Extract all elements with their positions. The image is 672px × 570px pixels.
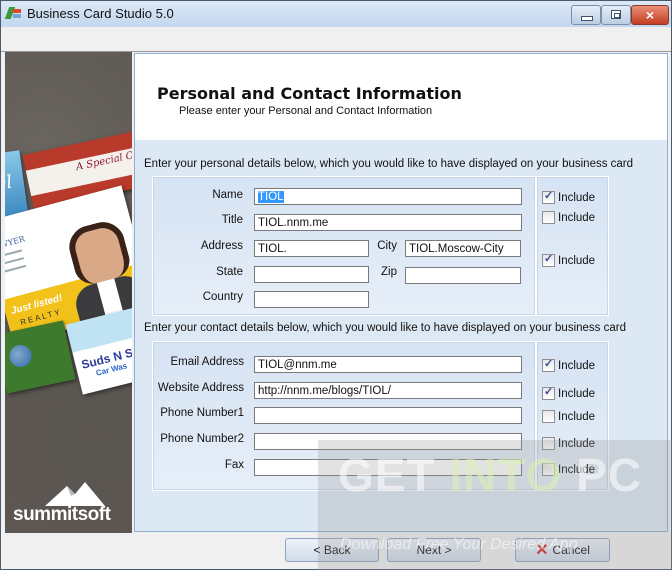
country-input[interactable] [254, 291, 369, 308]
contact-field-input[interactable] [254, 407, 522, 424]
checkbox-icon: ✓ [542, 358, 555, 372]
include-label: Include [558, 211, 596, 224]
contact-field-label: Website Address [157, 382, 244, 394]
include-label: Include [558, 437, 596, 450]
include-label: Include [558, 254, 596, 267]
page-subtitle: Please enter your Personal and Contact I… [179, 105, 433, 117]
contact-field-label: Email Address [170, 356, 244, 368]
page-title: Personal and Contact Information [157, 84, 462, 103]
include-name-checkbox[interactable]: ✓ Include [542, 190, 596, 204]
address-label: Address [200, 240, 243, 252]
contact-field-label: Phone Number1 [160, 407, 244, 419]
city-label: City [377, 240, 397, 252]
country-label: Country [202, 291, 243, 303]
contact-field-label: Fax [224, 459, 244, 471]
state-input[interactable] [254, 266, 369, 283]
summitsoft-logo: summitsoft [13, 482, 128, 527]
wizard-content: Personal and Contact Information Please … [134, 53, 668, 532]
title-bar[interactable]: Business Card Studio 5.0 × [1, 1, 671, 27]
back-button[interactable]: < Back [285, 538, 379, 562]
name-input[interactable]: TIOL [254, 188, 522, 205]
city-input[interactable]: TIOL.Moscow-City [405, 240, 521, 257]
cancel-icon: ✕ [535, 542, 549, 559]
globe-icon [7, 342, 34, 370]
mountain-icon [45, 482, 105, 506]
close-icon: × [645, 7, 655, 23]
toolbar-band [1, 27, 671, 52]
address-input[interactable]: TIOL. [254, 240, 369, 257]
sidebar-banner: el A Special O DWYER Just listed! REALTY… [5, 52, 132, 533]
checkmark-icon: ✓ [544, 358, 554, 370]
include-label: Include [558, 191, 596, 204]
checkmark-icon: ✓ [544, 386, 554, 398]
checkmark-icon: ✓ [544, 253, 554, 265]
name-value: TIOL [258, 191, 284, 203]
contact-fields-group: Email Address TIOL@nnm.me Website Address h… [152, 341, 536, 491]
maximize-button[interactable] [601, 5, 631, 25]
minimize-icon [581, 16, 593, 21]
personal-include-group: ✓ Include ✓ Include ✓ Include [536, 176, 609, 316]
include-label: Include [558, 387, 596, 400]
checkbox-icon: ✓ [542, 253, 555, 267]
zip-label: Zip [381, 266, 397, 278]
include-label: Include [558, 359, 596, 372]
checkbox-icon: ✓ [542, 386, 555, 400]
contact-include-group: ✓Include✓Include✓Include✓Include✓Include [536, 341, 609, 491]
personal-instructions: Enter your personal details below, which… [144, 158, 634, 170]
sample-card-text: el [5, 171, 14, 195]
title-input[interactable]: TIOL.nnm.me [254, 214, 522, 231]
window-title: Business Card Studio 5.0 [27, 6, 174, 21]
cancel-button[interactable]: ✕ Cancel [515, 538, 610, 562]
checkbox-icon: ✓ [542, 437, 555, 450]
personal-fields-group: Name TIOL Title TIOL.nnm.me Address TIOL… [152, 176, 536, 316]
minimize-button[interactable] [571, 5, 601, 25]
sample-card-green [5, 320, 76, 394]
checkbox-icon: ✓ [542, 190, 555, 204]
contact-instructions: Enter your contact details below, which … [144, 322, 626, 334]
contact-field-label: Phone Number2 [160, 433, 244, 445]
app-icon [4, 7, 21, 19]
include-checkbox[interactable]: ✓ Include [542, 358, 596, 372]
contact-field-input[interactable] [254, 459, 522, 476]
contact-field-input[interactable]: http://nnm.me/blogs/TIOL/ [254, 382, 522, 399]
contact-field-input[interactable] [254, 433, 522, 450]
include-checkbox[interactable]: ✓Include [542, 437, 595, 450]
next-button[interactable]: Next > [387, 538, 481, 562]
title-label: Title [221, 214, 243, 226]
include-title-checkbox[interactable]: ✓ Include [542, 211, 595, 224]
wizard-header: Personal and Contact Information Please … [135, 54, 667, 140]
include-checkbox[interactable]: ✓Include [542, 410, 595, 423]
name-label: Name [212, 189, 243, 201]
state-label: State [216, 266, 243, 278]
include-label: Include [558, 410, 596, 423]
logo-text: summitsoft [13, 504, 111, 525]
checkbox-icon: ✓ [542, 463, 555, 476]
cancel-label: Cancel [552, 543, 590, 557]
include-address-checkbox[interactable]: ✓ Include [542, 253, 596, 267]
zip-input[interactable] [405, 267, 521, 284]
include-checkbox[interactable]: ✓ Include [542, 386, 596, 400]
contact-field-input[interactable]: TIOL@nnm.me [254, 356, 522, 373]
close-button[interactable]: × [631, 5, 669, 25]
sample-card-text: DWYER [5, 234, 26, 252]
checkbox-icon: ✓ [542, 410, 555, 423]
include-checkbox[interactable]: ✓Include [542, 463, 595, 476]
checkbox-icon: ✓ [542, 211, 555, 224]
checkmark-icon: ✓ [544, 190, 554, 202]
maximize-icon [611, 10, 621, 19]
include-label: Include [558, 463, 596, 476]
